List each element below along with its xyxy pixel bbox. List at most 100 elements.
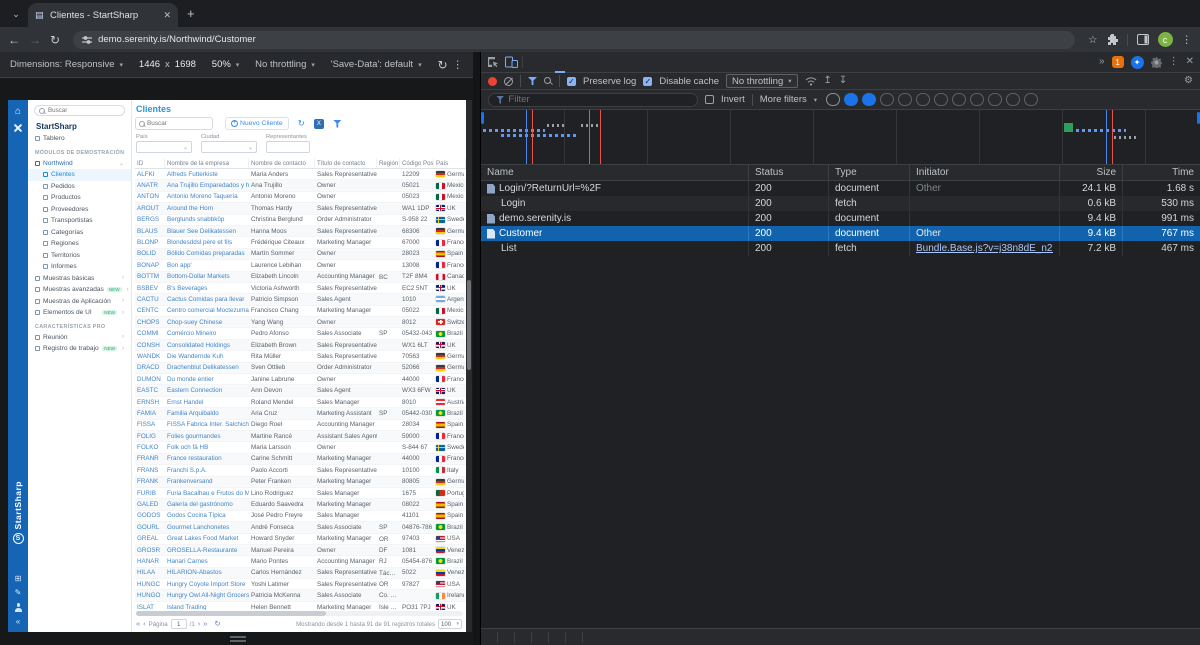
customer-company-link[interactable]: Bólido Comidas preparadas: [165, 249, 249, 259]
request-type-chip[interactable]: [1024, 93, 1038, 106]
sidebar-group-item[interactable]: Muestras avanzadas NEW ›: [28, 284, 131, 296]
customer-company-link[interactable]: B's Beverages: [165, 283, 249, 293]
customer-row[interactable]: CONSH Consolidated Holdings Elizabeth Br…: [135, 340, 466, 351]
devtools-tab[interactable]: [525, 52, 535, 73]
apps-icon[interactable]: ⊞: [15, 575, 22, 583]
customer-row[interactable]: BOTTM Bottom-Dollar Markets Elizabeth Li…: [135, 272, 466, 283]
rotate-viewport-icon[interactable]: ↻: [437, 59, 447, 71]
customer-company-link[interactable]: Godos Cocina Típica: [165, 511, 249, 521]
customer-row[interactable]: WANDK Die Wandernde Kuh Rita Müller Sale…: [135, 351, 466, 362]
home-icon[interactable]: ⌂: [8, 105, 28, 119]
excel-export-icon[interactable]: X: [314, 119, 324, 129]
customer-id-link[interactable]: HUNGC: [135, 579, 165, 589]
sidebar-item-northwind[interactable]: Northwind ⌄: [28, 158, 131, 170]
customer-row[interactable]: ANTON Antonio Moreno Taquería Antonio Mo…: [135, 192, 466, 203]
column-header-postal[interactable]: Código Postal: [400, 158, 434, 168]
customer-id-link[interactable]: BERGS: [135, 215, 165, 225]
browser-tab[interactable]: ▤ Clientes - StartSharp ✕: [28, 3, 178, 27]
customer-row[interactable]: HUNGO Hungry Owl All-Night Grocers Patri…: [135, 590, 466, 601]
settings-gear-icon[interactable]: [1151, 57, 1162, 68]
preserve-log-checkbox[interactable]: ✓: [567, 77, 576, 86]
customer-company-link[interactable]: Die Wandernde Kuh: [165, 351, 249, 361]
profile-avatar[interactable]: c: [1158, 32, 1173, 47]
tools-icon[interactable]: [13, 123, 23, 133]
customer-id-link[interactable]: ALFKI: [135, 169, 165, 179]
request-type-chip[interactable]: [862, 93, 876, 106]
customer-company-link[interactable]: HILARION-Abastos: [165, 568, 249, 578]
customer-row[interactable]: BLAUS Blauer See Delikatessen Hanna Moos…: [135, 226, 466, 237]
customer-company-link[interactable]: Ana Trujillo Emparedados y helados: [165, 180, 249, 190]
customer-id-link[interactable]: WANDK: [135, 351, 165, 361]
customer-id-link[interactable]: BOLID: [135, 249, 165, 259]
sidebar-item[interactable]: Proveedores: [28, 204, 131, 216]
initiator-link[interactable]: Other: [916, 228, 941, 239]
viewport-height-field[interactable]: 1698: [175, 59, 196, 70]
browser-menu-icon[interactable]: ⋮: [1182, 35, 1193, 45]
country-filter-select[interactable]: ⌄: [136, 141, 192, 153]
sidebar-search-input[interactable]: [48, 107, 120, 114]
customer-row[interactable]: DUMON Du monde entier Janine Labrune Own…: [135, 374, 466, 385]
customer-id-link[interactable]: BLONP: [135, 237, 165, 247]
sidebar-item[interactable]: Transportistas: [28, 215, 131, 227]
customer-id-link[interactable]: FRANK: [135, 477, 165, 487]
customer-company-link[interactable]: Island Trading: [165, 602, 249, 610]
disable-cache-checkbox[interactable]: ✓: [643, 77, 652, 86]
customer-company-link[interactable]: Galería del gastrónomo: [165, 499, 249, 509]
dimensions-select[interactable]: Dimensions: Responsive: [10, 59, 115, 70]
grid-search[interactable]: [135, 117, 213, 130]
customer-row[interactable]: DRACD Drachenblut Delikatessen Sven Ottl…: [135, 363, 466, 374]
request-type-chip[interactable]: [952, 93, 966, 106]
customer-id-link[interactable]: HUNGO: [135, 590, 165, 600]
side-panel-icon[interactable]: [1137, 34, 1149, 45]
collapse-sidebar-icon[interactable]: «: [16, 618, 20, 626]
customer-company-link[interactable]: Consolidated Holdings: [165, 340, 249, 350]
customer-row[interactable]: GOURL Gourmet Lanchonetes André Fonseca …: [135, 522, 466, 533]
request-type-chip[interactable]: [880, 93, 894, 106]
record-network-log-icon[interactable]: [488, 77, 497, 86]
customer-company-link[interactable]: Du monde entier: [165, 374, 249, 384]
column-header-name[interactable]: Name: [481, 165, 749, 180]
customer-row[interactable]: BONAP Bon app' Laurence Lebihan Owner 13…: [135, 260, 466, 271]
sidebar-item[interactable]: Informes: [28, 261, 131, 273]
language-icon[interactable]: ✎: [15, 589, 22, 597]
viewport-width-field[interactable]: 1446: [139, 59, 160, 70]
first-page-icon[interactable]: «: [136, 620, 140, 628]
customer-id-link[interactable]: FRANS: [135, 465, 165, 475]
network-request-row[interactable]: List 200 fetch Bundle.Base.js?v=j38n8dE_…: [481, 241, 1200, 256]
sidebar-group-item[interactable]: Muestras de Aplicación ›: [28, 296, 131, 308]
customer-row[interactable]: GODOS Godos Cocina Típica José Pedro Fre…: [135, 511, 466, 522]
device-toolbar-toggle-icon[interactable]: [505, 56, 518, 68]
sidebar-group-item[interactable]: Elementos de UI NEW ›: [28, 307, 131, 319]
address-bar[interactable]: demo.serenity.is/Northwind/Customer: [73, 31, 1075, 49]
request-type-chip[interactable]: [826, 93, 840, 106]
customer-company-link[interactable]: Franchi S.p.A.: [165, 465, 249, 475]
request-type-chip[interactable]: [898, 93, 912, 106]
request-type-chip[interactable]: [844, 93, 858, 106]
customer-row[interactable]: AROUT Around the Horn Thomas Hardy Sales…: [135, 203, 466, 214]
customer-row[interactable]: BOLID Bólido Comidas preparadas Martín S…: [135, 249, 466, 260]
zoom-select[interactable]: 50%: [212, 59, 231, 70]
column-header-id[interactable]: ID: [135, 158, 165, 168]
customer-company-link[interactable]: Drachenblut Delikatessen: [165, 363, 249, 373]
issues-count-badge[interactable]: 1: [1112, 56, 1124, 68]
column-header-initiator[interactable]: Initiator: [910, 165, 1060, 180]
customer-company-link[interactable]: Hungry Owl All-Night Grocers: [165, 590, 249, 600]
column-header-type[interactable]: Type: [829, 165, 910, 180]
customer-id-link[interactable]: BOTTM: [135, 272, 165, 282]
last-page-icon[interactable]: »: [203, 620, 207, 628]
network-filter-text-input[interactable]: [508, 94, 690, 105]
import-har-icon[interactable]: ↥: [824, 76, 832, 86]
customer-company-link[interactable]: FISSA Fabrica Inter. Salchichas S.A.: [165, 420, 249, 430]
extensions-puzzle-icon[interactable]: [1107, 34, 1118, 45]
filter-toggle-icon[interactable]: [528, 77, 537, 85]
customer-id-link[interactable]: FAMIA: [135, 408, 165, 418]
customer-company-link[interactable]: Familia Arquibaldo: [165, 408, 249, 418]
customer-row[interactable]: BSBEV B's Beverages Victoria Ashworth Sa…: [135, 283, 466, 294]
user-icon[interactable]: [14, 603, 22, 612]
customer-row[interactable]: HUNGC Hungry Coyote Import Store Yoshi L…: [135, 579, 466, 590]
invert-checkbox[interactable]: [705, 95, 714, 104]
tab-close-icon[interactable]: ✕: [163, 10, 171, 21]
back-icon[interactable]: ←: [8, 34, 20, 46]
column-header-company[interactable]: Nombre de la empresa: [165, 158, 249, 168]
sidebar-item[interactable]: Pedidos: [28, 181, 131, 193]
